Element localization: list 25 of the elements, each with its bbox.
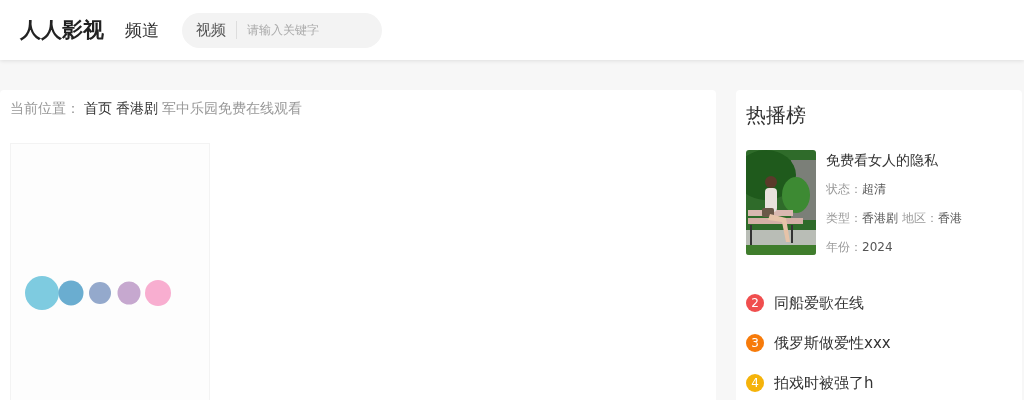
search-category[interactable]: 视频	[196, 21, 237, 39]
ranking-item[interactable]: 俄罗斯做爱性xxx	[774, 333, 891, 353]
field-label: 地区：	[902, 211, 938, 225]
field-value: 香港	[938, 211, 962, 225]
breadcrumb-current: 军中乐园免费在线观看	[162, 100, 302, 118]
field-value: 超清	[862, 182, 886, 196]
ranking-item[interactable]: 拍戏时被强了h	[774, 373, 874, 393]
site-logo[interactable]: 人人影视	[20, 16, 104, 44]
field-label: 年份：	[826, 240, 862, 254]
nav-link[interactable]: 频道	[125, 18, 159, 42]
loading-dots-icon	[25, 275, 173, 311]
rank-badge: 2	[746, 294, 764, 312]
rank-badge: 4	[746, 374, 764, 392]
field-value: 香港剧	[862, 211, 898, 225]
top-title[interactable]: 免费看女人的隐私	[826, 150, 966, 179]
ranking-item[interactable]: 同船爱歌在线	[774, 293, 864, 313]
field-label: 类型：	[826, 211, 862, 225]
rank-badge: 3	[746, 334, 764, 352]
field-value: 2024	[862, 240, 893, 254]
breadcrumb-link[interactable]: 香港剧	[116, 100, 158, 124]
field-label: 状态：	[826, 182, 862, 196]
search-field[interactable]: 视频 请输入关键字	[182, 12, 382, 48]
panel-title: 热播榜	[746, 102, 807, 129]
breadcrumb-label: 当前位置：	[10, 100, 80, 118]
breadcrumb-link[interactable]: 首页	[84, 100, 112, 124]
